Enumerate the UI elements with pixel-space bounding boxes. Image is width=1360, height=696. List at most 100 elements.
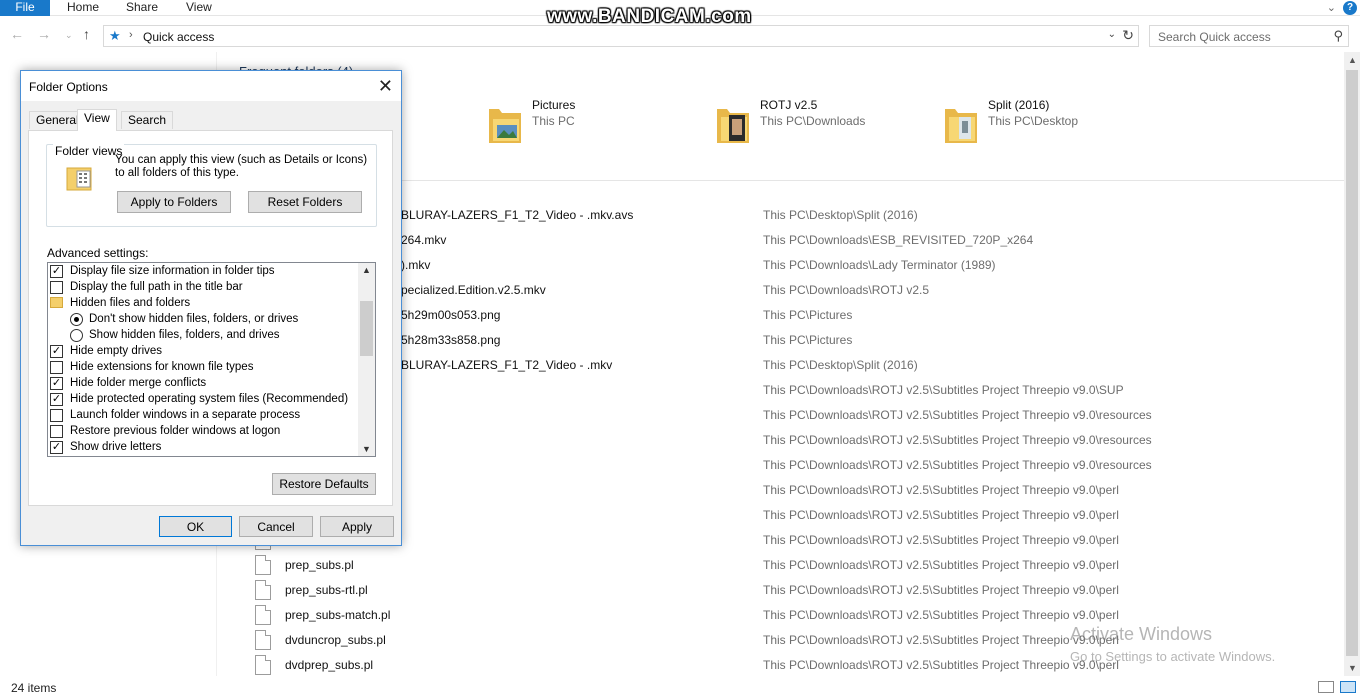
large-icons-view-icon[interactable] [1340,681,1356,693]
rotj-folder-icon [717,109,749,143]
file-name[interactable]: 5h28m33s858.png [401,333,500,347]
apply-to-folders-button[interactable]: Apply to Folders [117,191,231,213]
dialog-titlebar[interactable]: Folder Options ✕ [21,71,401,101]
file-name[interactable]: prep_subs.pl [285,558,354,572]
advanced-settings-list[interactable]: ✓ Display file size information in folder… [47,262,376,457]
checkbox-checked[interactable]: ✓ [50,345,63,358]
setting-label: Restore previous folder windows at logon [70,425,281,437]
view-tab-panel: Folder views You can apply this view (su… [28,130,393,506]
tab-search[interactable]: Search [121,111,174,129]
folder-icon [50,297,63,308]
frequent-folder-item[interactable]: Pictures This PC [487,96,707,146]
radio-selected[interactable] [70,313,83,326]
address-dropdown-icon[interactable]: ⌄ [1108,29,1116,40]
back-arrow-icon[interactable]: ← [10,26,24,42]
split-folder-icon [945,109,977,143]
address-bar[interactable]: ★ › Quick access ⌄ ↻ [103,25,1139,47]
file-name[interactable]: ).mkv [401,258,430,272]
checkbox-unchecked[interactable] [50,361,63,374]
search-input[interactable]: Search Quick access ⚲ [1149,25,1349,47]
file-name[interactable]: BLURAY-LAZERS_F1_T2_Video - .mkv.avs [401,208,633,222]
setting-label: Hidden files and folders [70,297,191,309]
settings-scrollbar-thumb[interactable] [360,301,373,356]
search-placeholder: Search Quick access [1158,30,1271,44]
details-view-icon[interactable] [1318,681,1334,693]
ribbon-tab-share[interactable]: Share [126,0,158,16]
refresh-icon[interactable]: ↻ [1122,27,1134,44]
scroll-up-icon[interactable]: ▲ [1348,55,1357,65]
scrollbar-thumb[interactable] [1346,70,1358,656]
file-name[interactable]: prep_subs-rtl.pl [285,583,368,597]
setting-item[interactable]: ✓ Hide protected operating system files (… [50,391,348,407]
setting-label: Don't show hidden files, folders, or dri… [89,313,299,325]
file-path: This PC\Downloads\ESB_REVISITED_720P_x26… [763,233,1034,247]
ribbon-tab-view[interactable]: View [186,0,212,16]
activate-title: Activate Windows [1070,624,1213,644]
file-name[interactable]: BLURAY-LAZERS_F1_T2_Video - .mkv [401,358,612,372]
search-icon[interactable]: ⚲ [1333,28,1343,44]
file-path: This PC\Downloads\ROTJ v2.5\Subtitles Pr… [763,508,1119,522]
file-name[interactable]: dvdprep_subs.pl [285,658,373,672]
setting-item[interactable]: ✓ Display file size information in folder… [50,263,275,279]
file-name[interactable]: pecialized.Edition.v2.5.mkv [401,283,546,297]
address-path[interactable]: Quick access [143,30,214,44]
scroll-down-icon[interactable]: ▼ [1348,663,1357,673]
ok-button[interactable]: OK [159,516,232,537]
radio-unselected[interactable] [70,329,83,342]
checkbox-unchecked[interactable] [50,281,63,294]
folder-options-dialog: Folder Options ✕ General View Search Fol… [20,70,402,546]
close-icon[interactable]: ✕ [378,76,393,97]
setting-item[interactable]: Hide extensions for known file types [50,359,253,375]
file-icon [255,580,271,600]
file-path: This PC\Downloads\ROTJ v2.5\Subtitles Pr… [763,633,1119,647]
setting-item[interactable]: ✓ Hide folder merge conflicts [50,375,207,391]
cancel-button[interactable]: Cancel [239,516,313,537]
setting-item[interactable]: Restore previous folder windows at logon [50,423,281,439]
forward-arrow-icon[interactable]: → [37,26,51,42]
settings-scrollbar[interactable]: ▲ ▼ [358,263,375,456]
help-icon[interactable]: ? [1343,1,1357,15]
file-name[interactable]: 5h29m00s053.png [401,308,500,322]
frequent-folder-item[interactable]: ROTJ v2.5 This PC\Downloads [715,96,935,146]
checkbox-unchecked[interactable] [50,409,63,422]
file-name[interactable]: prep_subs-match.pl [285,608,390,622]
setting-label: Hide folder merge conflicts [70,377,207,389]
content-scrollbar[interactable]: ▲ ▼ [1344,52,1360,676]
setting-item[interactable]: Hidden files and folders [50,295,191,311]
recent-locations-icon[interactable]: ⌄ [65,30,73,41]
file-path: This PC\Downloads\ROTJ v2.5\Subtitles Pr… [763,383,1124,397]
checkbox-checked[interactable]: ✓ [50,441,63,454]
tab-view[interactable]: View [77,109,117,131]
setting-item[interactable]: Display the full path in the title bar [50,279,243,295]
restore-defaults-button[interactable]: Restore Defaults [272,473,376,495]
setting-item[interactable]: ✓ Hide empty drives [50,343,162,359]
file-icon [255,605,271,625]
folder-views-group: Folder views You can apply this view (su… [46,144,377,227]
checkbox-checked[interactable]: ✓ [50,377,63,390]
up-arrow-icon[interactable]: ↑ [83,26,90,42]
setting-item[interactable]: Show hidden files, folders, and drives [70,327,280,343]
ribbon-tab-file[interactable]: File [0,0,50,16]
file-path: This PC\Downloads\ROTJ v2.5\Subtitles Pr… [763,608,1119,622]
scroll-down-icon[interactable]: ▼ [362,444,371,454]
reset-folders-button[interactable]: Reset Folders [248,191,362,213]
apply-button[interactable]: Apply [320,516,394,537]
ribbon-tab-home[interactable]: Home [67,0,99,16]
setting-item[interactable]: ✓ Show drive letters [50,439,162,455]
file-name[interactable]: dvduncrop_subs.pl [285,633,386,647]
expand-ribbon-icon[interactable]: ⌄ [1327,1,1336,14]
checkbox-checked[interactable]: ✓ [50,393,63,406]
frequent-folder-item[interactable]: Split (2016) This PC\Desktop [943,96,1163,146]
file-path: This PC\Downloads\ROTJ v2.5 [763,283,930,297]
setting-label: Display file size information in folder … [70,265,275,277]
setting-item[interactable]: Don't show hidden files, folders, or dri… [70,311,299,327]
scroll-up-icon[interactable]: ▲ [362,265,371,275]
breadcrumb-chevron-icon[interactable]: › [129,29,133,41]
setting-item[interactable]: Launch folder windows in a separate proc… [50,407,300,423]
navigation-bar: ← → ⌄ ↑ ★ › Quick access ⌄ ↻ Search Quic… [0,22,1360,50]
setting-label: Show drive letters [70,441,162,453]
checkbox-unchecked[interactable] [50,425,63,438]
file-name[interactable]: 264.mkv [401,233,446,247]
file-path: This PC\Downloads\ROTJ v2.5\Subtitles Pr… [763,533,1119,547]
checkbox-checked[interactable]: ✓ [50,265,63,278]
